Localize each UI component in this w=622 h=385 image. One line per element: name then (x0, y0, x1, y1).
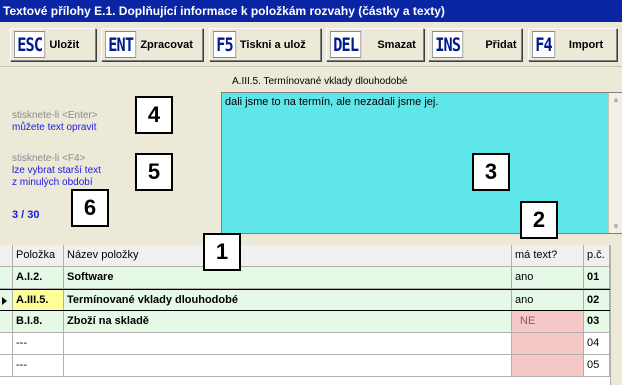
toolbar: ESC Uložit ENT Zpracovat F5 Tiskni a ulo… (0, 23, 622, 67)
f4-hint-key: stisknete-li <F4> (12, 153, 86, 164)
row-pc[interactable]: 04 (584, 333, 610, 354)
editor-caption: A.III.5. Termínované vklady dlouhodobé (232, 76, 408, 87)
column-header-pc[interactable]: p.č. (584, 245, 610, 266)
table-row[interactable]: --- 05 (0, 355, 610, 377)
callout-3: 3 (472, 153, 510, 191)
callout-6: 6 (71, 189, 109, 227)
f4-hint-action-2: z minulých období (12, 177, 93, 188)
table-row[interactable]: A.I.2. Software ano 01 (0, 267, 610, 289)
row-has-text[interactable]: NE (512, 311, 584, 332)
save-button-label: Uložit (49, 38, 80, 51)
text-editor[interactable]: dali jsme to na termín, ale nezadali jsm… (221, 92, 622, 234)
callout-5: 5 (135, 153, 173, 191)
column-header-name[interactable]: Název položky (64, 245, 512, 266)
row-name[interactable]: Termínované vklady dlouhodobé (64, 290, 512, 310)
ins-key-label: INS (432, 31, 464, 58)
row-pc[interactable]: 03 (584, 311, 610, 332)
scroll-down-icon[interactable]: ▼ (612, 222, 620, 231)
ent-key-label: ENT (105, 31, 137, 58)
esc-key-label: ESC (14, 31, 46, 58)
row-name[interactable]: Zboží na skladě (64, 311, 512, 332)
table-row[interactable]: --- 04 (0, 333, 610, 355)
enter-hint-key: stisknete-li <Enter> (12, 110, 98, 121)
items-grid: Položka Název položky má text? p.č. A.I.… (0, 245, 622, 385)
add-button-label: Přidat (485, 38, 517, 51)
window-title: Textové přílohy E.1. Doplňující informac… (0, 0, 622, 22)
row-pc[interactable]: 01 (584, 267, 610, 288)
row-has-text[interactable] (512, 333, 584, 354)
add-button[interactable]: INS Přidat (428, 28, 522, 61)
del-key-label: DEL (330, 31, 362, 58)
enter-hint: stisknete-li <Enter> můžete text opravit (12, 110, 98, 134)
f4-key-label: F4 (532, 31, 556, 58)
row-indicator (0, 290, 13, 310)
scroll-up-icon[interactable]: ▲ (612, 95, 620, 104)
row-code[interactable]: B.I.8. (13, 311, 64, 332)
row-has-text[interactable]: ano (512, 267, 584, 288)
callout-2: 2 (520, 201, 558, 239)
grid-header-indicator (0, 245, 13, 266)
row-name[interactable] (64, 333, 512, 354)
import-button-label: Import (568, 38, 604, 51)
grid-scrollbar[interactable] (610, 245, 622, 385)
f4-hint-action-1: lze vybrat starší text (12, 165, 101, 176)
process-button-label: Zpracovat (140, 38, 193, 51)
column-header-has-text[interactable]: má text? (512, 245, 584, 266)
grid-header: Položka Název položky má text? p.č. (0, 245, 610, 267)
process-button[interactable]: ENT Zpracovat (101, 28, 203, 61)
row-code[interactable]: A.I.2. (13, 267, 64, 288)
delete-button-label: Smazat (377, 38, 416, 51)
delete-button[interactable]: DEL Smazat (326, 28, 424, 61)
text-editor-content[interactable]: dali jsme to na termín, ale nezadali jsm… (225, 96, 438, 108)
table-row-selected[interactable]: A.III.5. Termínované vklady dlouhodobé a… (0, 289, 610, 311)
import-button[interactable]: F4 Import (528, 28, 617, 61)
row-code[interactable]: A.III.5. (13, 290, 64, 310)
row-pc[interactable]: 05 (584, 355, 610, 376)
table-row[interactable]: B.I.8. Zboží na skladě NE 03 (0, 311, 610, 333)
editor-scrollbar[interactable]: ▲ ▼ (608, 93, 622, 233)
row-pc[interactable]: 02 (584, 290, 610, 310)
callout-1: 1 (203, 233, 241, 271)
callout-4: 4 (135, 96, 173, 134)
row-name[interactable] (64, 355, 512, 376)
row-code[interactable]: --- (13, 355, 64, 376)
f4-hint: stisknete-li <F4> lze vybrat starší text… (12, 153, 101, 189)
current-row-pointer-icon (2, 297, 7, 305)
print-and-save-button[interactable]: F5 Tiskni a ulož (209, 28, 321, 61)
save-button[interactable]: ESC Uložit (10, 28, 96, 61)
row-code[interactable]: --- (13, 333, 64, 354)
row-has-text[interactable] (512, 355, 584, 376)
print-and-save-button-label: Tiskni a ulož (239, 38, 306, 51)
row-indicator (0, 355, 13, 376)
row-indicator (0, 267, 13, 288)
row-has-text[interactable]: ano (512, 290, 584, 310)
column-header-code[interactable]: Položka (13, 245, 64, 266)
row-indicator (0, 333, 13, 354)
f5-key-label: F5 (213, 31, 237, 58)
enter-hint-action: můžete text opravit (12, 122, 97, 133)
row-name[interactable]: Software (64, 267, 512, 288)
row-indicator (0, 311, 13, 332)
record-counter: 3 / 30 (12, 209, 40, 221)
